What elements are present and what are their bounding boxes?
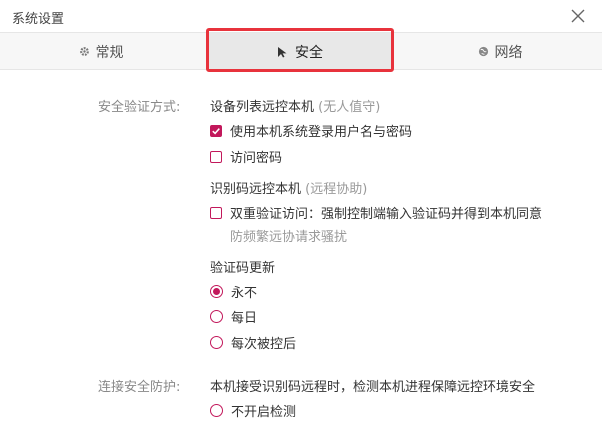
code-update-daily-radio[interactable]: 每日	[210, 307, 257, 326]
window-title: 系统设置	[12, 12, 65, 27]
dual-verification-checkbox[interactable]: 双重验证访问：强制控制端输入验证码并得到本机同意	[210, 203, 542, 222]
code-update-after-control-label: 每次被控后	[231, 337, 297, 352]
code-update-never-radio[interactable]: 永不	[210, 282, 257, 301]
tab-network[interactable]: 网络	[398, 33, 602, 70]
radio-selected-icon	[210, 285, 223, 298]
code-update-title: 验证码更新	[210, 261, 276, 276]
close-icon	[571, 9, 585, 23]
device-list-title: 设备列表远控本机	[210, 100, 315, 115]
tab-general-label: 常规	[95, 44, 124, 61]
remote-control-icon	[277, 46, 289, 58]
code-update-heading: 验证码更新	[210, 257, 275, 276]
protection-label: 连接安全防护:	[98, 380, 181, 395]
radio-unselected-icon	[210, 310, 223, 323]
tab-bar: 常规 安全 网络	[0, 32, 602, 70]
title-bar: 系统设置	[0, 0, 602, 32]
checkbox-unchecked-icon	[210, 206, 222, 219]
auth-method-label: 安全验证方式:	[98, 100, 181, 115]
code-update-never-label: 永不	[231, 286, 258, 301]
dual-verification-label: 双重验证访问：强制控制端输入验证码并得到本机同意	[230, 207, 543, 222]
no-detection-radio[interactable]: 不开启检测	[210, 401, 296, 420]
code-remote-note: (远程协助)	[305, 182, 368, 197]
no-detection-label: 不开启检测	[231, 405, 297, 420]
globe-icon	[478, 46, 489, 57]
tab-network-label: 网络	[494, 44, 523, 61]
radio-unselected-icon	[210, 404, 223, 417]
tab-security-label: 安全	[295, 44, 323, 61]
checkbox-unchecked-icon	[210, 150, 222, 163]
protection-description: 本机接受识别码远程时，检测本机进程保障远控环境安全	[210, 380, 536, 395]
close-button[interactable]	[566, 4, 590, 28]
gear-icon	[79, 46, 90, 57]
tab-security[interactable]: 安全	[206, 33, 394, 70]
access-password-checkbox[interactable]: 访问密码	[210, 147, 282, 166]
code-update-daily-label: 每日	[231, 311, 258, 326]
code-remote-title: 识别码远控本机	[210, 182, 302, 197]
access-password-label: 访问密码	[230, 151, 283, 166]
code-remote-heading: 识别码远控本机 (远程协助)	[210, 178, 367, 197]
dual-verification-hint: 防频繁远协请求骚扰	[230, 230, 348, 245]
use-system-login-label: 使用本机系统登录用户名与密码	[230, 125, 413, 140]
use-system-login-checkbox[interactable]: 使用本机系统登录用户名与密码	[210, 121, 412, 140]
code-update-after-control-radio[interactable]: 每次被控后	[210, 333, 296, 352]
tab-general[interactable]: 常规	[0, 33, 202, 70]
radio-unselected-icon	[210, 336, 223, 349]
checkbox-checked-icon	[210, 124, 222, 137]
device-list-note: (无人值守)	[318, 100, 381, 115]
device-list-heading: 设备列表远控本机 (无人值守)	[210, 96, 380, 115]
